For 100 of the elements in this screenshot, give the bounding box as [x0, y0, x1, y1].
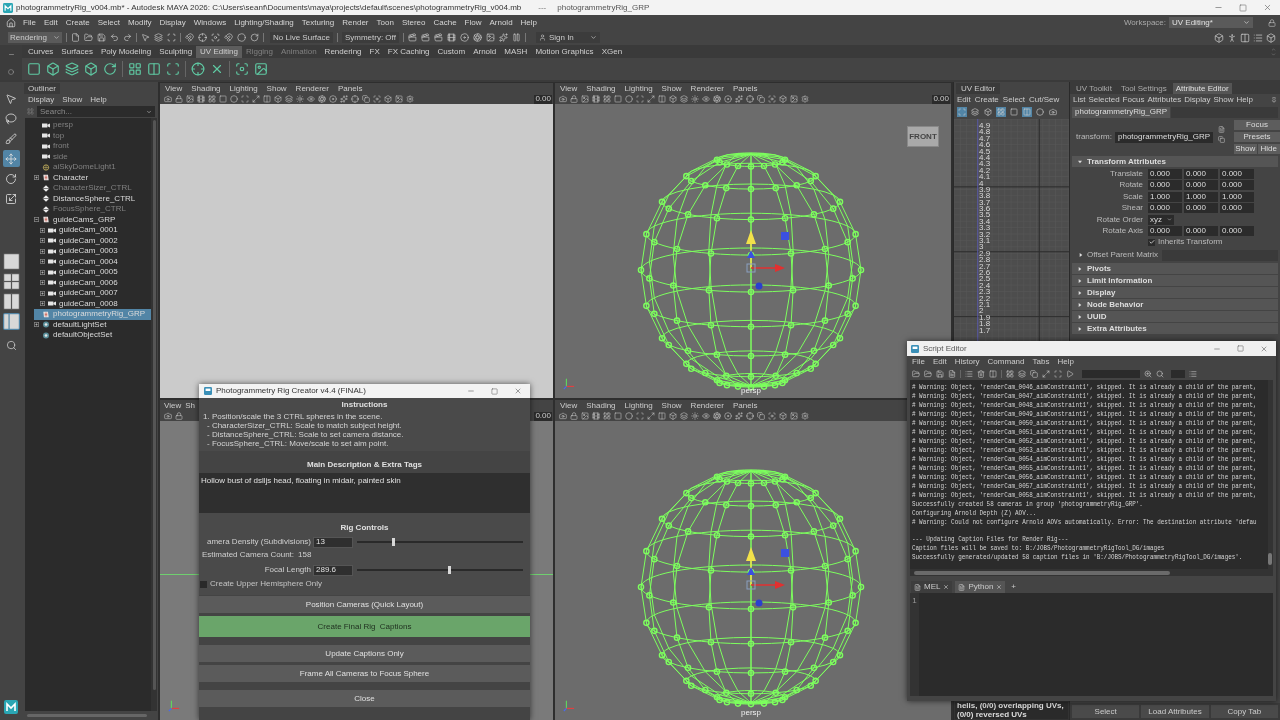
frame-icon[interactable]: [219, 95, 227, 103]
sun-icon[interactable]: [296, 95, 304, 103]
caret-right-icon[interactable]: [1078, 290, 1082, 295]
layers-icon[interactable]: [154, 33, 163, 42]
menu-item[interactable]: File: [23, 16, 36, 29]
outliner-item[interactable]: CharacterSizer_CTRL: [34, 183, 151, 194]
frame-icon[interactable]: [614, 95, 622, 103]
list-icon[interactable]: [1253, 32, 1263, 43]
number-field[interactable]: 1.000: [1184, 191, 1218, 202]
symmetry-dropdown[interactable]: Symmetry: Off: [341, 32, 399, 43]
number-field[interactable]: 0.000: [1148, 180, 1182, 191]
document-icon[interactable]: [1218, 126, 1226, 133]
scan-icon[interactable]: [636, 95, 644, 103]
camera-icon[interactable]: [164, 95, 172, 103]
add-tab-button[interactable]: +: [1008, 581, 1020, 593]
line-field[interactable]: [1171, 370, 1185, 378]
frame-icon[interactable]: [614, 412, 622, 420]
viewport-menu-item[interactable]: Shading: [586, 400, 616, 412]
maximize-icon[interactable]: [1239, 3, 1247, 12]
expand-icon[interactable]: [1042, 370, 1050, 378]
viewport-menu-item[interactable]: Shading: [586, 83, 616, 95]
lock-icon[interactable]: [570, 412, 578, 420]
search-field[interactable]: [1082, 370, 1140, 378]
film-icon[interactable]: [592, 95, 600, 103]
scan-icon[interactable]: [1054, 370, 1062, 378]
grid-icon[interactable]: [128, 62, 142, 76]
save-icon[interactable]: [97, 33, 106, 42]
number-field[interactable]: 0.000: [1184, 180, 1218, 191]
gear-icon[interactable]: [406, 95, 414, 103]
panel-tab[interactable]: Attribute Editor: [1172, 83, 1232, 94]
image-icon[interactable]: [186, 95, 194, 103]
sparkles-icon[interactable]: [735, 95, 743, 103]
shelf-tab[interactable]: FX Caching: [383, 46, 434, 58]
sparkles-icon[interactable]: [735, 412, 743, 420]
file-icon[interactable]: [71, 33, 80, 42]
grid-icon[interactable]: [996, 107, 1006, 117]
aperture-icon[interactable]: [713, 95, 721, 103]
menu-item[interactable]: Cache: [433, 16, 457, 29]
outliner-item[interactable]: DistanceSphere_CTRL: [34, 193, 151, 204]
crosshair-icon[interactable]: [351, 95, 359, 103]
viewport-menu-item[interactable]: Renderer: [690, 400, 724, 412]
focus-icon[interactable]: [768, 412, 776, 420]
section-header[interactable]: Limit Information: [1072, 275, 1278, 286]
viewport-menu-item[interactable]: View: [165, 83, 183, 95]
zoom-in-icon[interactable]: [1144, 370, 1152, 378]
grid-icon[interactable]: [208, 95, 216, 103]
image-icon[interactable]: [395, 95, 403, 103]
view-cube[interactable]: FRONT: [907, 126, 939, 147]
viewport-menu-item[interactable]: Panels: [732, 83, 758, 95]
columns-icon[interactable]: [147, 62, 161, 76]
viewport-menu-item[interactable]: Lighting: [624, 83, 653, 95]
maximize-icon[interactable]: [1237, 345, 1244, 352]
exposure-field[interactable]: 0.00: [534, 94, 552, 104]
cube-icon[interactable]: [274, 95, 282, 103]
aperture-icon[interactable]: [472, 33, 482, 42]
scrollbar[interactable]: [914, 570, 1170, 575]
viewport-menu-item[interactable]: Sh: [185, 400, 195, 412]
presets-button[interactable]: Presets: [1234, 132, 1280, 142]
section-header[interactable]: Transform Attributes: [1072, 156, 1278, 167]
viewport-menu-item[interactable]: Show: [661, 400, 682, 412]
camera-icon[interactable]: [559, 412, 567, 420]
disc-icon[interactable]: [459, 33, 469, 42]
cube-icon[interactable]: [779, 412, 787, 420]
caret-down-icon[interactable]: [1078, 159, 1082, 164]
outliner-item[interactable]: FocusSphere_CTRL: [34, 204, 151, 215]
panel-tab[interactable]: UV Toolkit: [1073, 83, 1115, 94]
footer-button[interactable]: Load Attributes: [1141, 705, 1209, 718]
circle-icon[interactable]: [625, 412, 633, 420]
subsection-title[interactable]: Offset Parent Matrix: [1087, 249, 1158, 261]
outliner-item[interactable]: front: [34, 141, 151, 152]
number-field[interactable]: 289.6: [313, 564, 353, 576]
menu-item[interactable]: Display: [1184, 94, 1211, 106]
aperture-icon[interactable]: [713, 412, 721, 420]
cube-icon[interactable]: [669, 412, 677, 420]
sparkles-icon[interactable]: [340, 95, 348, 103]
play-icon[interactable]: [1066, 370, 1074, 378]
grid-icon[interactable]: [1006, 370, 1014, 378]
crosshair-icon[interactable]: [746, 95, 754, 103]
shelf-tab[interactable]: Surfaces: [57, 46, 97, 58]
shelf-options-icon[interactable]: [8, 68, 14, 75]
gear-icon[interactable]: [801, 95, 809, 103]
scan-icon[interactable]: [636, 412, 644, 420]
menu-item[interactable]: Edit: [43, 16, 58, 29]
document-icon[interactable]: [948, 370, 956, 378]
menu-item[interactable]: History: [954, 356, 980, 368]
shelf-tab[interactable]: MASH: [500, 46, 532, 58]
close-icon[interactable]: [1260, 344, 1268, 353]
cube-icon[interactable]: [669, 95, 677, 103]
plus-box-icon[interactable]: [40, 259, 45, 265]
crosshair-icon[interactable]: [198, 33, 207, 42]
number-field[interactable]: 0.000: [1220, 180, 1254, 191]
camera-icon[interactable]: [164, 412, 172, 420]
slider-thumb[interactable]: [392, 538, 395, 546]
minus-box-icon[interactable]: [34, 217, 39, 223]
grid-icon[interactable]: [603, 412, 611, 420]
brush-icon[interactable]: [2, 130, 20, 147]
number-field[interactable]: 0.000: [1184, 226, 1218, 237]
redo-icon[interactable]: [123, 33, 132, 42]
cube-icon[interactable]: [84, 62, 98, 76]
outliner-item[interactable]: Character: [34, 172, 151, 183]
